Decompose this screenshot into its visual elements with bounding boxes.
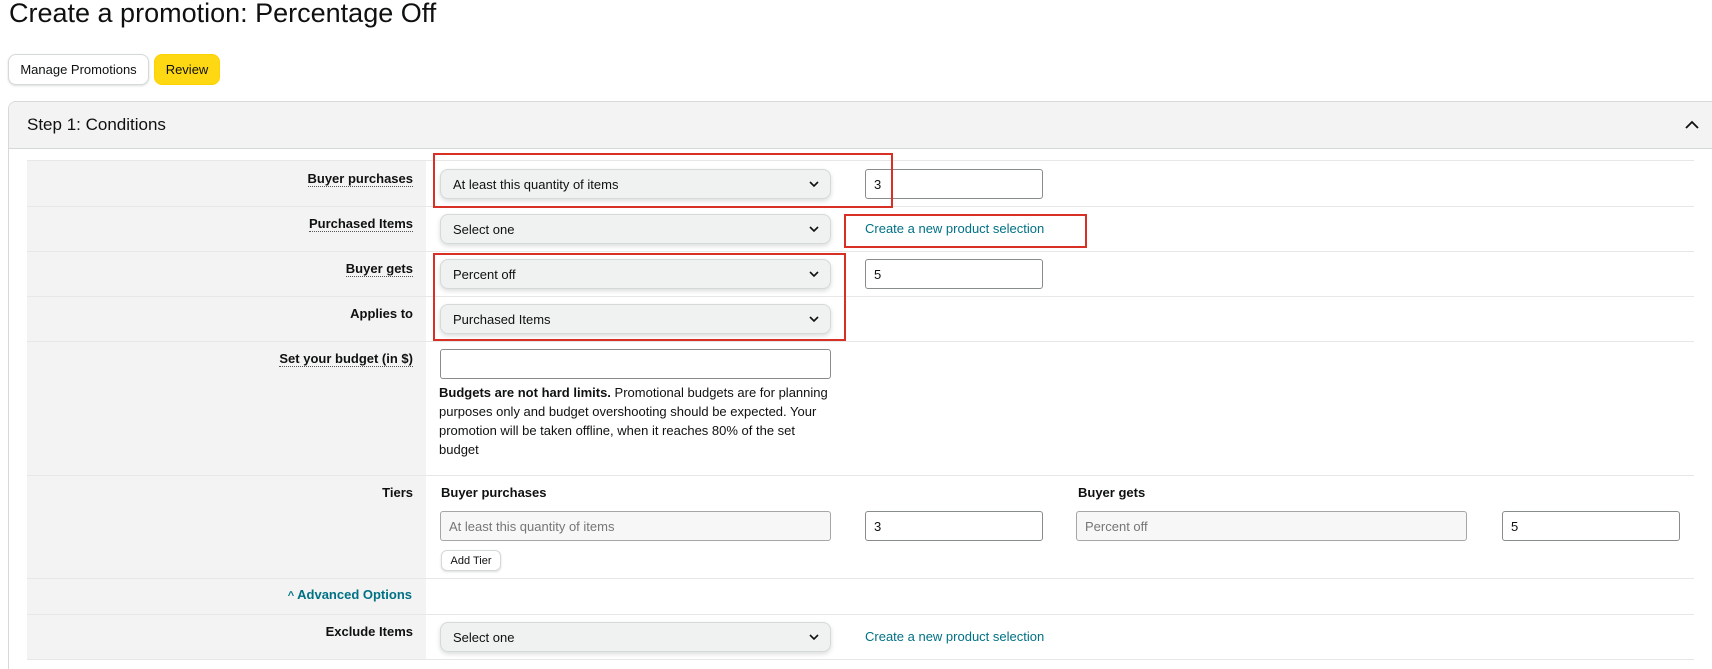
exclude-items-select[interactable]: Select one	[440, 622, 831, 652]
exclude-items-select-value: Select one	[453, 629, 515, 645]
buyer-purchases-select[interactable]: At least this quantity of items	[440, 169, 831, 199]
create-product-selection-link[interactable]: Create a new product selection	[865, 221, 1044, 236]
caret-up-icon: ^	[287, 590, 295, 602]
row-buyer-purchases	[27, 160, 1694, 206]
advanced-options-toggle[interactable]: ^ Advanced Options	[288, 587, 412, 602]
advanced-options-label: Advanced Options	[297, 587, 412, 602]
applies-to-label: Applies to	[350, 306, 413, 321]
purchased-items-select-value: Select one	[453, 221, 515, 237]
chevron-down-icon	[809, 226, 819, 233]
tiers-label: Tiers	[382, 485, 413, 500]
row-exclude-items	[27, 614, 1694, 660]
chevron-down-icon	[809, 181, 819, 188]
chevron-down-icon	[809, 316, 819, 323]
page-title: Create a promotion: Percentage Off	[9, 0, 437, 28]
chevron-up-icon[interactable]	[1681, 114, 1703, 136]
buyer-gets-amount-input[interactable]: 5	[865, 259, 1043, 289]
purchased-items-select[interactable]: Select one	[440, 214, 831, 244]
row-buyer-gets	[27, 251, 1694, 296]
tiers-gets-input[interactable]: Percent off	[1076, 511, 1467, 541]
exclude-create-product-selection-link[interactable]: Create a new product selection	[865, 629, 1044, 644]
step-1-title: Step 1: Conditions	[27, 115, 166, 134]
tiers-purchases-input[interactable]: At least this quantity of items	[440, 511, 831, 541]
row-purchased-items	[27, 206, 1694, 251]
row-budget	[27, 341, 1694, 475]
tiers-quantity-input[interactable]: 3	[865, 511, 1043, 541]
row-label-cell	[27, 476, 426, 578]
buyer-gets-select[interactable]: Percent off	[440, 259, 831, 289]
add-tier-button[interactable]: Add Tier	[441, 550, 501, 571]
applies-to-select-value: Purchased Items	[453, 311, 551, 327]
budget-help-text: Budgets are not hard limits. Promotional…	[439, 383, 829, 459]
purchased-items-label: Purchased Items	[308, 216, 413, 232]
buyer-purchases-select-value: At least this quantity of items	[453, 176, 619, 192]
chevron-down-icon	[809, 634, 819, 641]
budget-label: Set your budget (in $)	[279, 351, 413, 367]
budget-input[interactable]	[440, 349, 831, 379]
step-1-header[interactable]: Step 1: Conditions	[9, 102, 1712, 149]
review-button[interactable]: Review	[154, 54, 220, 85]
exclude-items-label: Exclude Items	[325, 624, 413, 639]
row-applies-to	[27, 296, 1694, 341]
row-advanced-options	[27, 578, 1694, 614]
manage-promotions-button[interactable]: Manage Promotions	[8, 54, 149, 85]
buyer-gets-select-value: Percent off	[453, 266, 516, 282]
tiers-col-buyer-purchases: Buyer purchases	[441, 485, 547, 500]
chevron-down-icon	[809, 271, 819, 278]
applies-to-select[interactable]: Purchased Items	[440, 304, 831, 334]
tiers-col-buyer-gets: Buyer gets	[1078, 485, 1146, 500]
buyer-gets-label: Buyer gets	[345, 261, 413, 277]
tiers-amount-input[interactable]: 5	[1502, 511, 1680, 541]
buyer-purchases-quantity-input[interactable]: 3	[865, 169, 1043, 199]
buyer-purchases-label: Buyer purchases	[307, 171, 413, 187]
budget-help-bold: Budgets are not hard limits.	[439, 385, 611, 400]
